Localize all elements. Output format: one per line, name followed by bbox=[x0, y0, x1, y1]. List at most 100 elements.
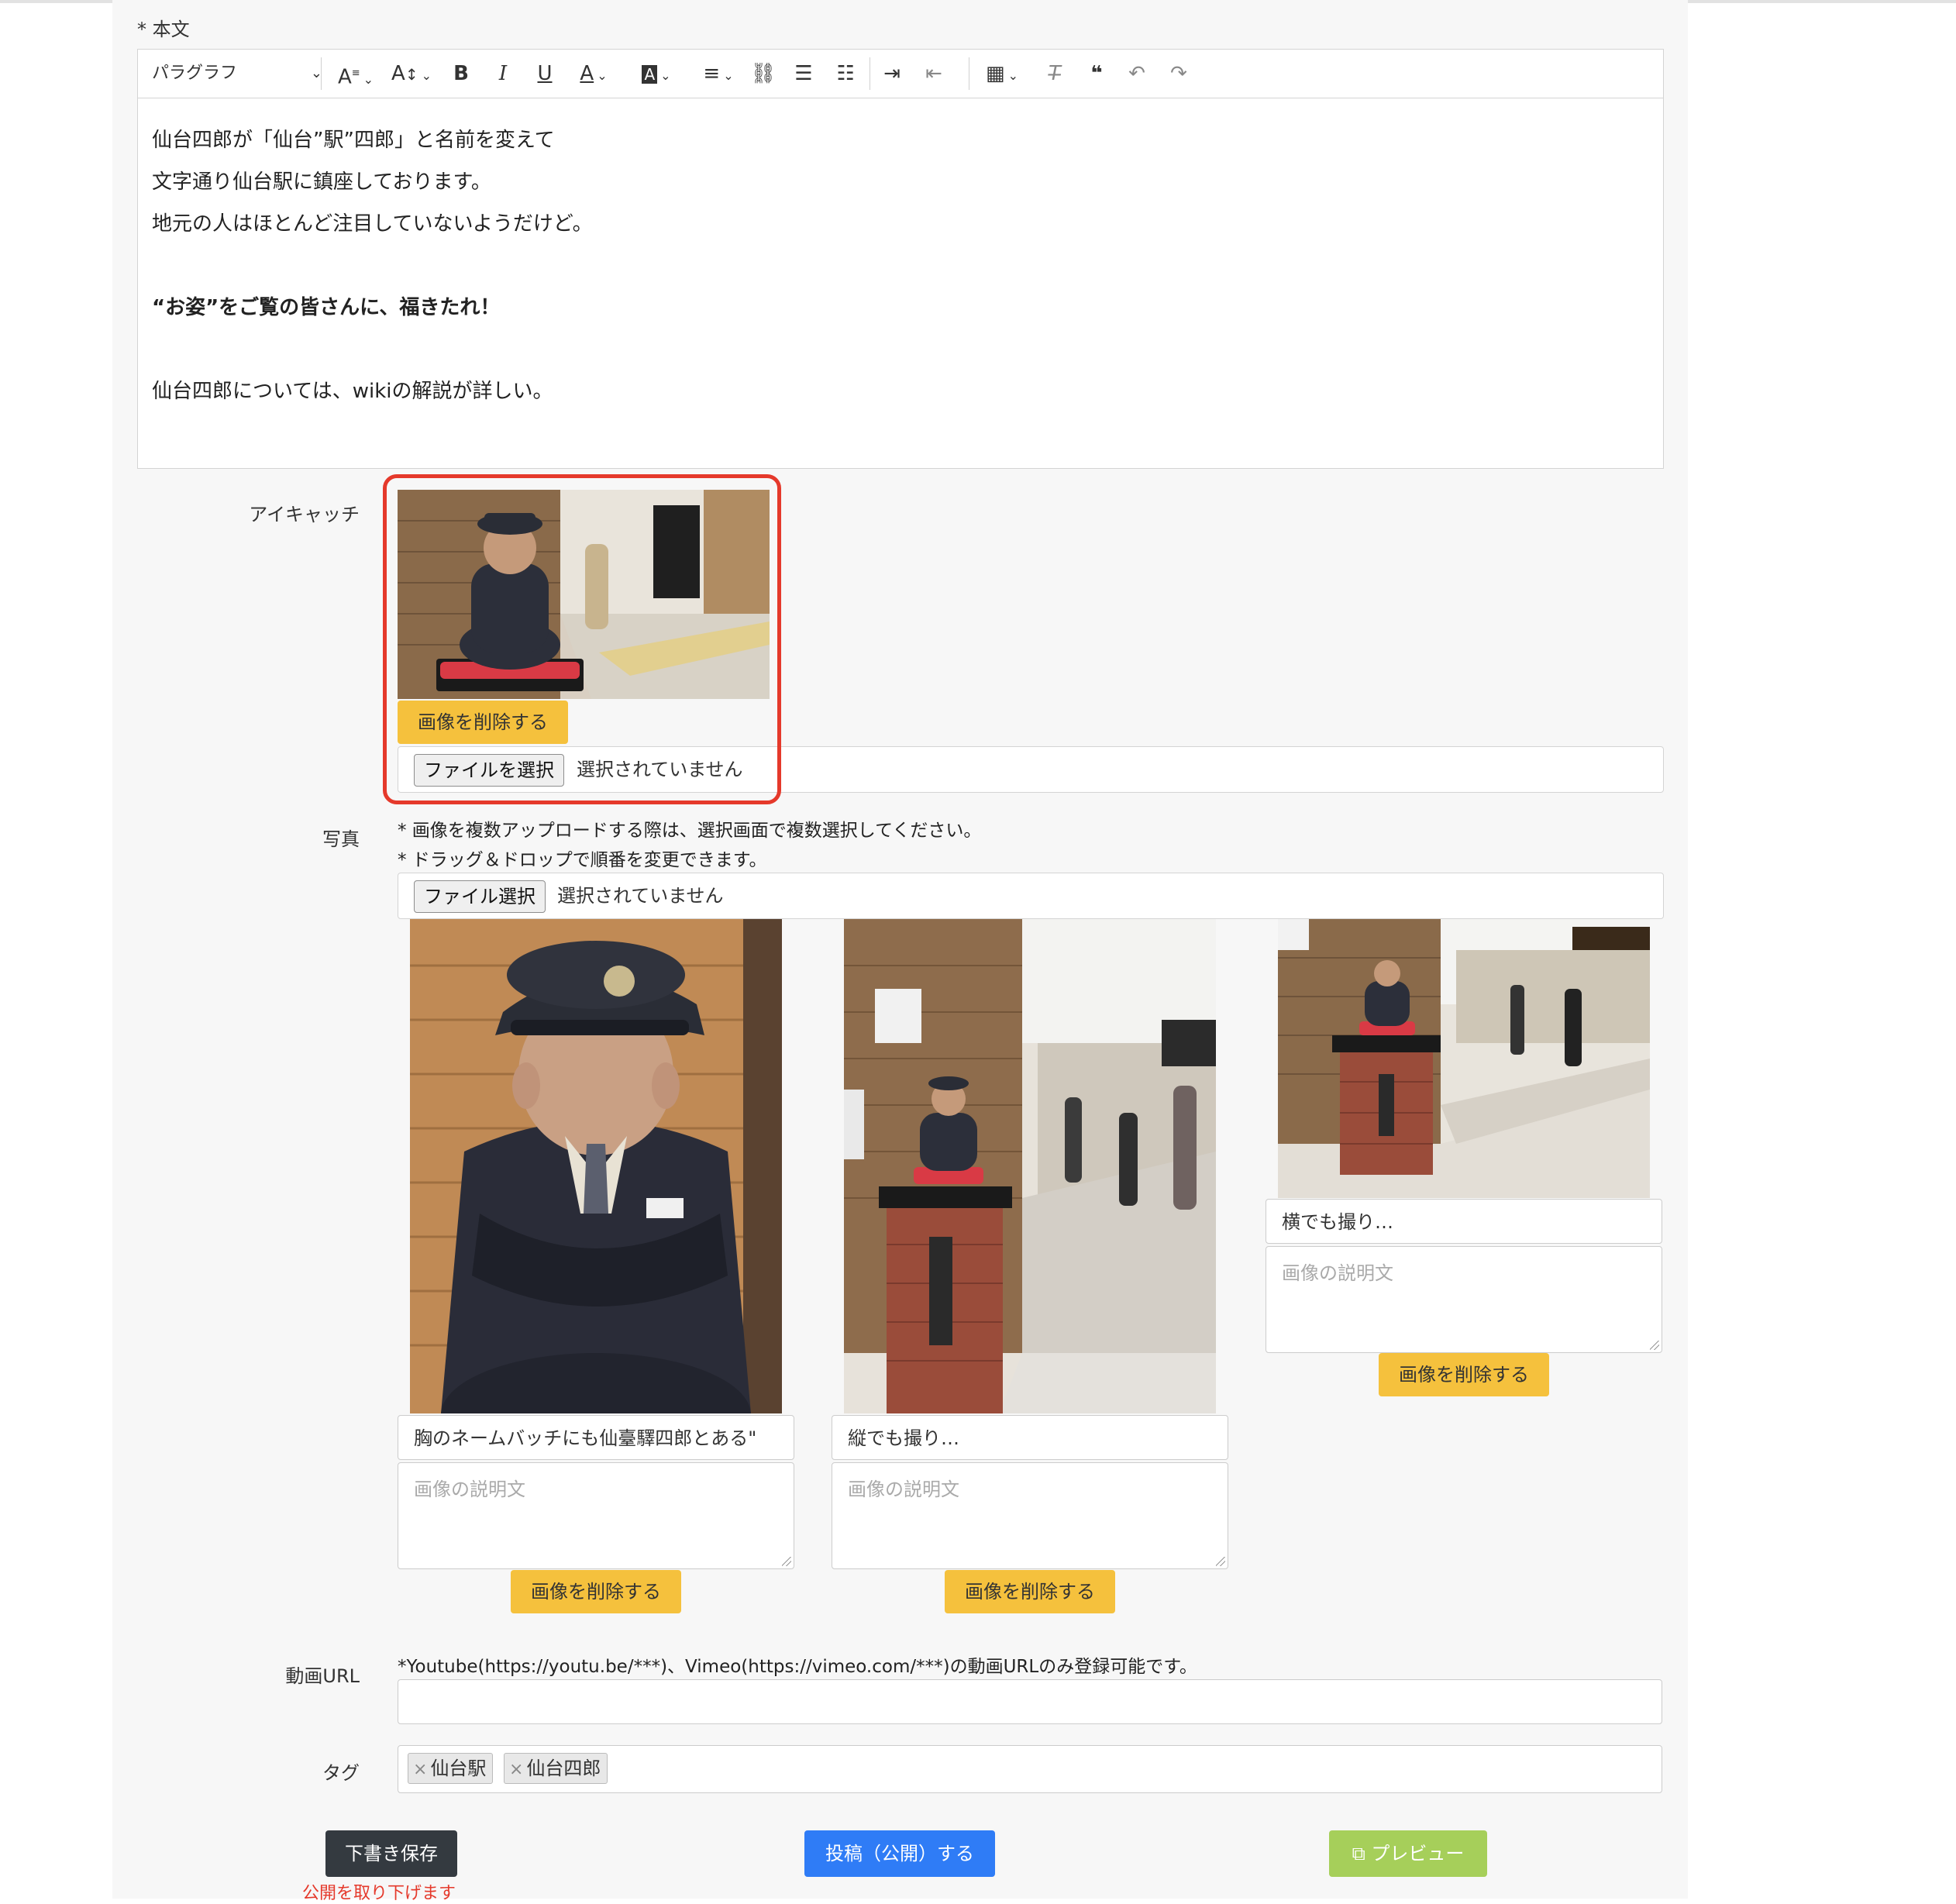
editor-toolbar: パラグラフ ⌄ A≡ ⌄ A↕ ⌄ B I U A ⌄ A ⌄ ≡ ⌄ ⛓ ☰ ☷ ⇥ ⇤… bbox=[138, 50, 1663, 98]
clear-format-icon: T̶ bbox=[1049, 62, 1061, 85]
redo-button[interactable]: ↷ bbox=[1166, 60, 1192, 87]
description-placeholder: 画像の説明文 bbox=[848, 1479, 959, 1500]
photo-item-3-delete-button[interactable]: 画像を削除する bbox=[1379, 1353, 1549, 1396]
photos-note-multi: * 画像を複数アップロードする際は、選択画面で複数選択してください。 bbox=[398, 821, 982, 841]
photos-file-status: 選択されていません bbox=[557, 885, 724, 907]
editor-line bbox=[152, 245, 593, 287]
tag-chip[interactable]: × 仙台駅 bbox=[408, 1753, 494, 1784]
editor-line: 仙台四郎については、wikiの解説が詳しい。 bbox=[152, 380, 553, 403]
tag-remove-icon[interactable]: × bbox=[413, 1760, 427, 1779]
blockquote-button[interactable]: ❝ bbox=[1083, 60, 1110, 87]
video-url-input[interactable] bbox=[398, 1679, 1662, 1724]
outdent-button[interactable]: ⇤ bbox=[921, 60, 947, 87]
tags-label: タグ bbox=[322, 1762, 360, 1784]
link-button[interactable]: ⛓ bbox=[750, 60, 777, 87]
font-size-icon: A bbox=[337, 65, 352, 89]
numbered-list-button[interactable]: ☷ bbox=[832, 60, 859, 87]
draft-save-button[interactable]: 下書き保存 bbox=[325, 1830, 457, 1877]
font-size-button[interactable]: A≡ ⌄ bbox=[332, 60, 380, 89]
video-url-label: 動画URL bbox=[285, 1665, 360, 1687]
editor-line: 地元の人はほとんど注目していないようだけど。 bbox=[152, 212, 593, 236]
editor-line: 仙台四郎が「仙台”駅”四郎」と名前を変えて bbox=[152, 129, 555, 152]
publish-button[interactable]: 投稿（公開）する bbox=[804, 1830, 995, 1877]
video-url-note: *Youtube(https://youtu.be/***)、Vimeo(htt… bbox=[398, 1657, 1197, 1677]
editor-content[interactable]: 仙台四郎が「仙台”駅”四郎」と名前を変えて 文字通り仙台駅に鎮座しております。 … bbox=[152, 119, 593, 412]
tag-label: 仙台四郎 bbox=[526, 1758, 601, 1779]
photo-item-1-caption[interactable]: 胸のネームバッチにも仙臺驛四郎とある" bbox=[398, 1415, 794, 1460]
numbered-list-icon: ☷ bbox=[836, 62, 855, 85]
quote-icon: ❝ bbox=[1090, 62, 1103, 85]
undo-button[interactable]: ↶ bbox=[1124, 60, 1150, 87]
bulleted-list-icon: ☰ bbox=[794, 62, 813, 85]
highlight-annotation bbox=[383, 474, 781, 804]
font-color-icon: A bbox=[580, 62, 594, 85]
photo-item-2-description[interactable]: 画像の説明文 bbox=[832, 1462, 1228, 1569]
redo-icon: ↷ bbox=[1170, 62, 1187, 85]
photo-item-2-caption[interactable]: 縦でも撮り… bbox=[832, 1415, 1228, 1460]
tag-remove-icon[interactable]: × bbox=[509, 1760, 523, 1779]
bold-button[interactable]: B bbox=[448, 60, 474, 87]
eyecatch-label: アイキャッチ bbox=[249, 504, 360, 525]
editor-line-bold: “お姿”をご覧の皆さんに、福きたれ！ bbox=[152, 296, 501, 319]
photo-3-svg bbox=[1278, 919, 1650, 1198]
resize-grip-icon[interactable] bbox=[1650, 1341, 1659, 1350]
photo-item-1-image[interactable] bbox=[410, 919, 782, 1413]
paragraph-format-label: パラグラフ bbox=[152, 64, 238, 83]
paragraph-format-select[interactable]: パラグラフ ⌄ bbox=[152, 60, 322, 87]
undo-icon: ↶ bbox=[1128, 62, 1145, 85]
description-placeholder: 画像の説明文 bbox=[1282, 1262, 1393, 1284]
photo-2-svg bbox=[844, 919, 1216, 1413]
tag-label: 仙台駅 bbox=[430, 1758, 487, 1779]
indent-icon: ⇥ bbox=[883, 62, 901, 85]
photo-item-2-delete-button[interactable]: 画像を削除する bbox=[945, 1570, 1115, 1613]
rich-text-editor[interactable]: パラグラフ ⌄ A≡ ⌄ A↕ ⌄ B I U A ⌄ A ⌄ ≡ ⌄ ⛓ ☰ ☷ ⇥ ⇤… bbox=[137, 49, 1664, 469]
line-height-button[interactable]: A↕ ⌄ bbox=[386, 60, 437, 87]
photo-1-svg bbox=[410, 919, 782, 1413]
external-link-icon: ⧉ bbox=[1352, 1843, 1365, 1864]
editor-line: 文字通り仙台駅に鎮座しております。 bbox=[152, 170, 491, 194]
chevron-down-icon: ⌄ bbox=[597, 68, 608, 83]
photo-item-1-delete-button[interactable]: 画像を削除する bbox=[511, 1570, 681, 1613]
italic-icon: I bbox=[498, 62, 508, 85]
align-button[interactable]: ≡ ⌄ bbox=[696, 60, 741, 87]
font-color-button[interactable]: A ⌄ bbox=[572, 60, 615, 87]
bulleted-list-button[interactable]: ☰ bbox=[790, 60, 817, 87]
photos-file-input[interactable]: ファイル選択 選択されていません bbox=[398, 873, 1664, 919]
description-placeholder: 画像の説明文 bbox=[414, 1479, 525, 1500]
table-button[interactable]: ▦ ⌄ bbox=[980, 60, 1024, 87]
editor-line bbox=[152, 329, 593, 370]
body-label: * 本文 bbox=[137, 19, 190, 40]
indent-button[interactable]: ⇥ bbox=[879, 60, 905, 87]
chevron-down-icon: ⌄ bbox=[1007, 68, 1018, 83]
underline-button[interactable]: U bbox=[532, 60, 558, 87]
preview-label: プレビュー bbox=[1371, 1843, 1465, 1864]
chevron-down-icon: ⌄ bbox=[363, 71, 374, 87]
background-color-icon: A bbox=[642, 65, 658, 84]
photo-item-3-image[interactable] bbox=[1278, 919, 1650, 1198]
photos-label: 写真 bbox=[322, 828, 360, 850]
outdent-icon: ⇤ bbox=[925, 62, 942, 85]
align-left-icon: ≡ bbox=[703, 62, 721, 85]
bold-icon: B bbox=[453, 62, 469, 85]
table-icon: ▦ bbox=[986, 62, 1005, 85]
photo-item-3-description[interactable]: 画像の説明文 bbox=[1266, 1246, 1662, 1353]
photos-file-select-button[interactable]: ファイル選択 bbox=[414, 880, 546, 913]
chevron-down-icon: ⌄ bbox=[723, 68, 734, 83]
background-color-button[interactable]: A ⌄ bbox=[634, 60, 679, 87]
chevron-down-icon: ⌄ bbox=[421, 68, 432, 83]
tag-chip[interactable]: × 仙台四郎 bbox=[504, 1753, 608, 1784]
preview-button[interactable]: ⧉ プレビュー bbox=[1329, 1830, 1487, 1877]
toolbar-separator bbox=[321, 57, 322, 90]
chevron-down-icon: ⌄ bbox=[660, 68, 671, 83]
line-height-icon: A bbox=[391, 62, 405, 85]
photo-item-1-description[interactable]: 画像の説明文 bbox=[398, 1462, 794, 1569]
resize-grip-icon[interactable] bbox=[782, 1557, 791, 1566]
photo-item-3-caption[interactable]: 横でも撮り… bbox=[1266, 1199, 1662, 1244]
underline-icon: U bbox=[537, 62, 553, 85]
italic-button[interactable]: I bbox=[490, 60, 516, 87]
resize-grip-icon[interactable] bbox=[1216, 1557, 1225, 1566]
unpublish-note: 公開を取り下げます bbox=[302, 1884, 456, 1903]
tags-input[interactable]: × 仙台駅 × 仙台四郎 bbox=[398, 1745, 1662, 1793]
clear-format-button[interactable]: T̶ bbox=[1042, 60, 1068, 87]
photo-item-2-image[interactable] bbox=[844, 919, 1216, 1413]
